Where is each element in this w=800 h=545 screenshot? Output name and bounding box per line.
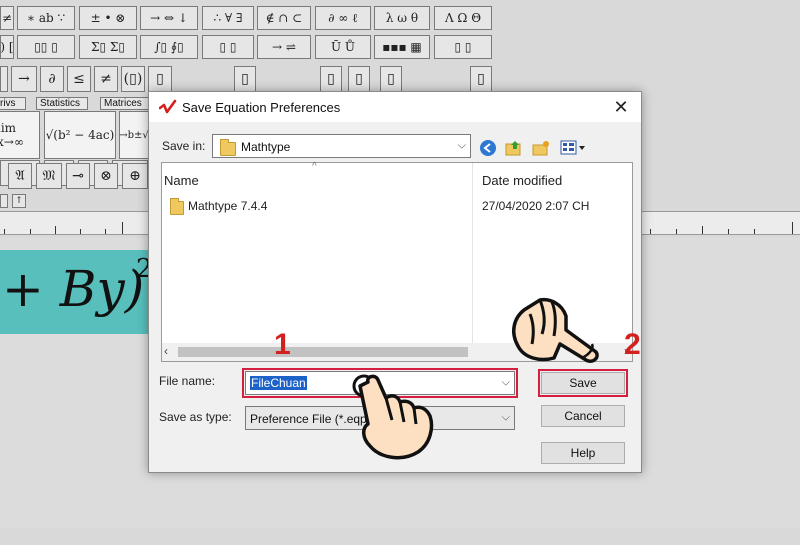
palette-button[interactable] [0, 66, 8, 92]
chevron-down-icon: ⌵ [501, 411, 510, 424]
mathtype-logo-icon [159, 99, 177, 114]
equation-selection[interactable]: + By) 2 [0, 250, 150, 334]
symbol-palette-row-2: (▯) [▯] ▯▯ ▯ Σ▯ Σ▯ ∫▯ ∮▯ ▯ ▯ → ⇌ Ū Ů ▪▪▪… [0, 33, 800, 63]
palette-button[interactable]: 𝔄 [8, 163, 32, 189]
file-date: 27/04/2020 2:07 CH [482, 199, 590, 213]
file-name-label: File name: [159, 374, 216, 388]
scroll-left-icon[interactable]: ‹ [164, 344, 168, 358]
palette-button[interactable]: → ⇌ [257, 35, 311, 59]
palette-button[interactable]: ∴ ∀ ∃ [202, 6, 254, 30]
arrow-up-icon[interactable]: ↑ [12, 194, 26, 208]
palette-button[interactable]: ≤ ≠ ≈ [0, 6, 14, 30]
save-button[interactable]: Save [538, 369, 628, 397]
symbol-palette-row-3: → ∂ ≤ ≠ (▯) ▯ ▯ ▯ ▯ ▯ ▯ [0, 64, 800, 94]
folder-icon [170, 198, 184, 215]
chevron-down-icon: ⌵ [457, 139, 466, 152]
back-icon[interactable] [478, 138, 498, 158]
palette-button[interactable]: → ⇔ ↓ [140, 6, 198, 30]
file-name: Mathtype 7.4.4 [188, 199, 268, 213]
cancel-button[interactable]: Cancel [541, 405, 625, 427]
palette-button[interactable]: ± • ⊗ [79, 6, 137, 30]
step-2-number: 2 [624, 328, 641, 361]
chevron-down-icon[interactable]: ⌵ [502, 377, 510, 390]
tab-matrices[interactable]: Matrices [100, 97, 150, 110]
palette-button[interactable]: ∫▯ ∮▯ [140, 35, 198, 59]
tab-statistics[interactable]: Statistics [36, 97, 88, 110]
palette-button[interactable]: → [11, 66, 37, 92]
palette-button[interactable]: ▯ [348, 66, 370, 92]
palette-button[interactable]: 𝔐 [36, 163, 62, 189]
palette-button[interactable]: ▯▯ ▯ [17, 35, 75, 59]
palette-button[interactable]: ⊗ [94, 163, 118, 189]
palette-button[interactable]: ∂ [40, 66, 64, 92]
palette-button[interactable]: ▯ [234, 66, 256, 92]
help-button[interactable]: Help [541, 442, 625, 464]
save-in-value: Mathtype [241, 140, 291, 154]
palette-button[interactable]: ▯ ▯ [202, 35, 254, 59]
palette-button[interactable]: Ū Ů [315, 35, 371, 59]
palette-button[interactable]: ▯ [470, 66, 492, 92]
palette-button[interactable]: ⊸ [66, 163, 90, 189]
palette-button[interactable]: ≠ [94, 66, 118, 92]
small-toolbar-button[interactable] [0, 194, 8, 208]
palette-button[interactable]: ∂ ∞ ℓ [315, 6, 371, 30]
folder-icon [220, 139, 236, 156]
pointing-hand-icon [512, 297, 599, 364]
palette-button[interactable]: ▯ [148, 66, 172, 92]
tab-derivs[interactable]: rivs [0, 97, 26, 110]
palette-button[interactable]: ▯ [320, 66, 342, 92]
up-folder-icon[interactable] [504, 138, 524, 158]
dialog-title-bar: Save Equation Preferences ✕ [149, 92, 641, 122]
equation-text: + By) [2, 260, 145, 318]
palette-button[interactable]: (▯) [▯] [0, 35, 14, 59]
template-quadratic[interactable]: →b±√ [119, 111, 149, 159]
template-limit[interactable]: lim x→∞ [0, 111, 40, 159]
palette-button[interactable]: λ ω θ [374, 6, 430, 30]
palette-button[interactable]: ∗ ab ∵ [17, 6, 75, 30]
palette-button[interactable]: ∉ ∩ ⊂ [257, 6, 311, 30]
palette-button[interactable]: ⊕ [122, 163, 148, 189]
symbol-palette-row-4: 𝔄 𝔐 ⊸ ⊗ ⊕ [0, 161, 160, 191]
scrollbar-thumb[interactable] [178, 347, 468, 357]
pointing-hand-icon [352, 374, 434, 460]
template-discriminant[interactable]: √(b² − 4ac) [44, 111, 116, 159]
step-1-number: 1 [274, 328, 291, 361]
file-name-input-value: FileChuan [250, 376, 307, 390]
palette-button[interactable]: (▯) [121, 66, 145, 92]
save-in-dropdown[interactable]: Mathtype ⌵ [212, 134, 471, 158]
save-as-type-label: Save as type: [159, 410, 232, 424]
save-in-label: Save in: [162, 139, 206, 153]
new-folder-icon[interactable] [531, 138, 551, 158]
symbol-palette-row-1: ≤ ≠ ≈ ∗ ab ∵ ± • ⊗ → ⇔ ↓ ∴ ∀ ∃ ∉ ∩ ⊂ ∂ ∞… [0, 3, 800, 33]
palette-button[interactable]: ▯ ▯ [434, 35, 492, 59]
palette-button[interactable]: ▯ [380, 66, 402, 92]
list-item[interactable]: Mathtype 7.4.4 27/04/2020 2:07 CH [162, 163, 632, 223]
palette-button[interactable]: Λ Ω Θ [434, 6, 492, 30]
dialog-title: Save Equation Preferences [182, 100, 341, 115]
palette-button[interactable]: Σ▯ Σ▯ [79, 35, 137, 59]
view-menu-icon[interactable] [559, 138, 587, 158]
palette-button[interactable]: ▪▪▪ ▦ [374, 35, 430, 59]
close-icon[interactable]: ✕ [611, 97, 631, 117]
palette-button[interactable]: ≤ [67, 66, 91, 92]
palette-tabs: rivs Statistics Matrices [0, 97, 150, 111]
